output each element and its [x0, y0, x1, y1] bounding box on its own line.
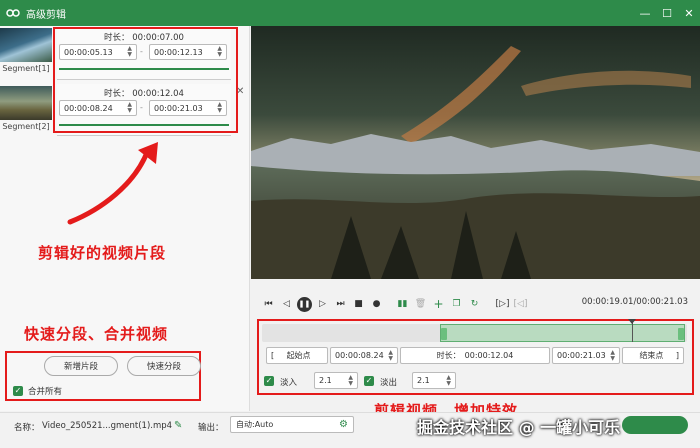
split-annotation: 快速分段、合并视频	[24, 325, 169, 343]
output-label: 输出：	[198, 423, 224, 433]
spin-arrows-icon[interactable]: ▲ ▼	[348, 374, 353, 387]
fade-in-label: 淡入	[280, 378, 298, 388]
duration-value: 00:00:12.04	[464, 351, 514, 360]
step-forward-icon[interactable]: ▷	[315, 297, 330, 312]
title-bar: 高级剪辑 — ☐ ✕	[0, 0, 700, 26]
start-time-value: 00:00:08.24	[335, 351, 384, 360]
fade-out-checkbox[interactable]: ✓	[364, 376, 374, 386]
output-value: 自动:Auto	[236, 420, 274, 429]
step-back-icon[interactable]: ◁	[279, 297, 294, 312]
start-point-button[interactable]: [起始点	[266, 347, 328, 364]
range-start-handle[interactable]	[441, 328, 447, 340]
mark-out-icon[interactable]: [◁]	[513, 297, 528, 312]
app-logo-icon	[0, 0, 26, 26]
edit-name-icon[interactable]: ✎	[174, 420, 182, 431]
skip-start-icon[interactable]: ⏮	[261, 297, 276, 312]
split-icon[interactable]: ▮▮	[395, 297, 410, 312]
minimize-button[interactable]: —	[634, 0, 656, 26]
watermark: 掘金技术社区 @ 一罐小可乐	[417, 418, 621, 437]
end-point-label: 结束点	[639, 351, 664, 360]
mark-in-icon[interactable]: [▷]	[495, 297, 510, 312]
settings-gear-icon[interactable]: ⚙	[339, 419, 348, 430]
window-title: 高级剪辑	[26, 9, 66, 21]
quick-split-button[interactable]: 快速分段	[127, 356, 201, 376]
fade-out-label: 淡出	[380, 378, 398, 388]
merge-all-checkbox[interactable]: ✓	[13, 386, 23, 396]
timeline-track[interactable]	[262, 319, 687, 342]
annotation-arrow-icon	[67, 142, 158, 225]
end-point-button[interactable]: 结束点]	[622, 347, 684, 364]
skip-end-icon[interactable]: ⏭	[333, 297, 348, 312]
reset-icon[interactable]: ↻	[467, 297, 482, 312]
playhead-marker-icon[interactable]	[628, 319, 636, 324]
trim-controls: [起始点 00:00:08.24 ▲ ▼ 时长： 00:00:12.04 00:0…	[262, 347, 687, 365]
segments-highlight	[53, 27, 238, 133]
spin-arrows-icon[interactable]: ▲ ▼	[388, 349, 393, 362]
merge-all-label: 合并所有	[28, 387, 63, 397]
maximize-button[interactable]: ☐	[656, 0, 678, 26]
record-icon[interactable]: ●	[369, 297, 384, 312]
video-frame	[251, 26, 700, 279]
file-name: Video_250521...gment(1).mp4	[42, 421, 173, 431]
end-time-value: 00:00:21.03	[557, 351, 606, 360]
add-icon[interactable]: +	[431, 297, 446, 312]
segment-label: Segment[2]	[2, 122, 50, 131]
fade-out-field[interactable]: 2.1 ▲ ▼	[412, 372, 456, 389]
range-end-handle[interactable]	[678, 328, 684, 340]
pause-icon[interactable]: ❚❚	[297, 296, 312, 312]
segments-annotation: 剪辑好的视频片段	[38, 244, 167, 262]
playback-time: 00:00:19.01/00:00:21.03	[581, 297, 688, 307]
copy-icon[interactable]: ❐	[449, 297, 464, 312]
add-segment-button[interactable]: 新增片段	[44, 356, 118, 376]
video-preview[interactable]	[251, 26, 700, 279]
delete-icon[interactable]: 🗑	[413, 297, 428, 312]
fade-in-field[interactable]: 2.1 ▲ ▼	[314, 372, 358, 389]
export-button[interactable]	[622, 416, 688, 434]
segment-thumbnail[interactable]: Segment[1]	[0, 28, 52, 76]
segment-thumbnail[interactable]: Segment[2]	[0, 86, 52, 134]
segment-label: Segment[1]	[2, 64, 50, 73]
output-select[interactable]: 自动:Auto ⚙	[230, 416, 354, 433]
duration-label: 时长：	[436, 351, 461, 360]
name-label: 名称：	[14, 423, 40, 433]
start-point-label: 起始点	[286, 351, 311, 360]
start-time-field[interactable]: 00:00:08.24 ▲ ▼	[330, 347, 398, 364]
spin-arrows-icon[interactable]: ▲ ▼	[446, 374, 451, 387]
fade-in-value: 2.1	[319, 376, 332, 385]
fade-out-value: 2.1	[417, 376, 430, 385]
duration-display: 时长： 00:00:12.04	[400, 347, 550, 364]
effects-controls: ✓ 淡入 2.1 ▲ ▼ ✓ 淡出 2.1 ▲ ▼	[262, 372, 687, 390]
end-time-field[interactable]: 00:00:21.03 ▲ ▼	[552, 347, 620, 364]
spin-arrows-icon[interactable]: ▲ ▼	[610, 349, 615, 362]
stop-icon[interactable]: ■	[351, 297, 366, 312]
selection-range[interactable]	[440, 324, 685, 342]
fade-in-checkbox[interactable]: ✓	[264, 376, 274, 386]
close-button[interactable]: ✕	[678, 0, 700, 26]
